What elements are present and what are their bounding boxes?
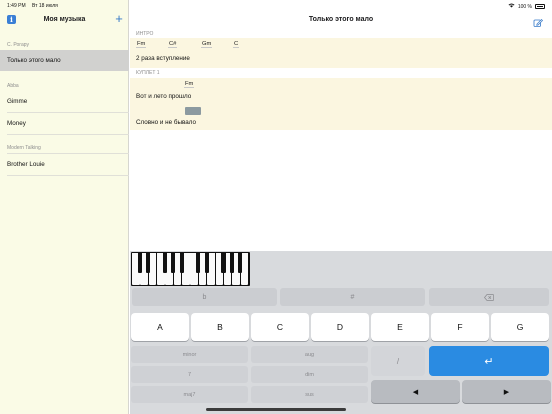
- maj7-button[interactable]: maj7: [131, 386, 248, 403]
- wifi-icon: [508, 3, 515, 10]
- piano-black-key[interactable]: [196, 253, 201, 273]
- dim-button[interactable]: dim: [251, 366, 368, 383]
- battery-percent: 100 %: [517, 3, 532, 10]
- note-g-button[interactable]: G: [491, 313, 549, 341]
- sus-button[interactable]: sus: [251, 386, 368, 403]
- status-bar-right: 100 %: [508, 3, 545, 10]
- divider: [7, 175, 129, 176]
- piano-black-key[interactable]: [137, 253, 143, 273]
- note-d-button[interactable]: D: [311, 313, 369, 341]
- slash-chord-button[interactable]: /: [371, 346, 425, 376]
- piano-black-key[interactable]: [221, 253, 226, 273]
- song-item[interactable]: Gimme: [0, 91, 129, 112]
- piano-black-key[interactable]: [238, 253, 243, 273]
- home-indicator: [206, 408, 346, 411]
- song-item[interactable]: Money: [0, 113, 129, 134]
- piano-black-key[interactable]: [229, 253, 234, 273]
- status-date: Вт 18 июля: [32, 3, 58, 9]
- section-header: Modern Talking: [7, 145, 41, 151]
- minor-button[interactable]: minor: [131, 346, 248, 363]
- note-f-button[interactable]: F: [431, 313, 489, 341]
- seventh-button[interactable]: 7: [131, 366, 248, 383]
- enter-button[interactable]: ↵: [429, 346, 549, 376]
- note-b-button[interactable]: B: [191, 313, 249, 341]
- piano-black-key[interactable]: [171, 253, 176, 273]
- divider: [7, 134, 129, 135]
- song-item[interactable]: Только этого мало: [0, 50, 129, 71]
- sidebar: 1:49 PM Вт 18 июля i Моя музыка + С. Рог…: [0, 0, 129, 414]
- chord[interactable]: Fm: [184, 81, 195, 88]
- add-song-button[interactable]: +: [113, 12, 125, 26]
- status-bar-left: 1:49 PM Вт 18 июля: [7, 3, 58, 9]
- lyric-line[interactable]: Вот и лето прошло: [136, 93, 191, 100]
- intro-block[interactable]: [130, 38, 552, 68]
- sidebar-title: Моя музыка: [43, 16, 86, 23]
- chord[interactable]: C#: [168, 41, 178, 48]
- note-e-button[interactable]: E: [371, 313, 429, 341]
- battery-icon: [535, 4, 545, 9]
- part-label: ИНТРО: [136, 31, 154, 37]
- left-arrow-button[interactable]: ◀: [371, 380, 460, 403]
- part-label: КУПЛЕТ 1: [136, 70, 160, 76]
- edit-icon[interactable]: [533, 15, 543, 27]
- status-time: 1:49 PM: [7, 3, 26, 9]
- section-header: Abba: [7, 83, 19, 89]
- chord[interactable]: Gm: [201, 41, 213, 48]
- chord-input-cursor[interactable]: [185, 107, 201, 115]
- section-header: С. Рогару: [7, 42, 30, 48]
- right-arrow-button[interactable]: ▶: [462, 380, 551, 403]
- chord[interactable]: Fm: [136, 41, 147, 48]
- sharp-button[interactable]: #: [280, 288, 425, 306]
- note-a-button[interactable]: A: [131, 313, 189, 341]
- backspace-icon: [484, 293, 494, 301]
- chord[interactable]: C: [233, 41, 240, 48]
- flat-button[interactable]: b: [132, 288, 277, 306]
- lyric-line[interactable]: 2 раза вступление: [136, 55, 190, 62]
- piano-black-key[interactable]: [146, 253, 151, 273]
- piano-keys[interactable]: [131, 252, 250, 286]
- song-title: Только этого мало: [308, 16, 374, 23]
- note-c-button[interactable]: C: [251, 313, 309, 341]
- piano-black-key[interactable]: [162, 253, 168, 273]
- aug-button[interactable]: aug: [251, 346, 368, 363]
- piano-black-key[interactable]: [179, 253, 184, 273]
- lyric-line[interactable]: Словно и не бывало: [136, 119, 196, 126]
- song-item[interactable]: Brother Louie: [0, 154, 129, 175]
- return-icon: ↵: [484, 355, 494, 368]
- backspace-button[interactable]: [429, 288, 549, 306]
- piano-black-key[interactable]: [204, 253, 209, 273]
